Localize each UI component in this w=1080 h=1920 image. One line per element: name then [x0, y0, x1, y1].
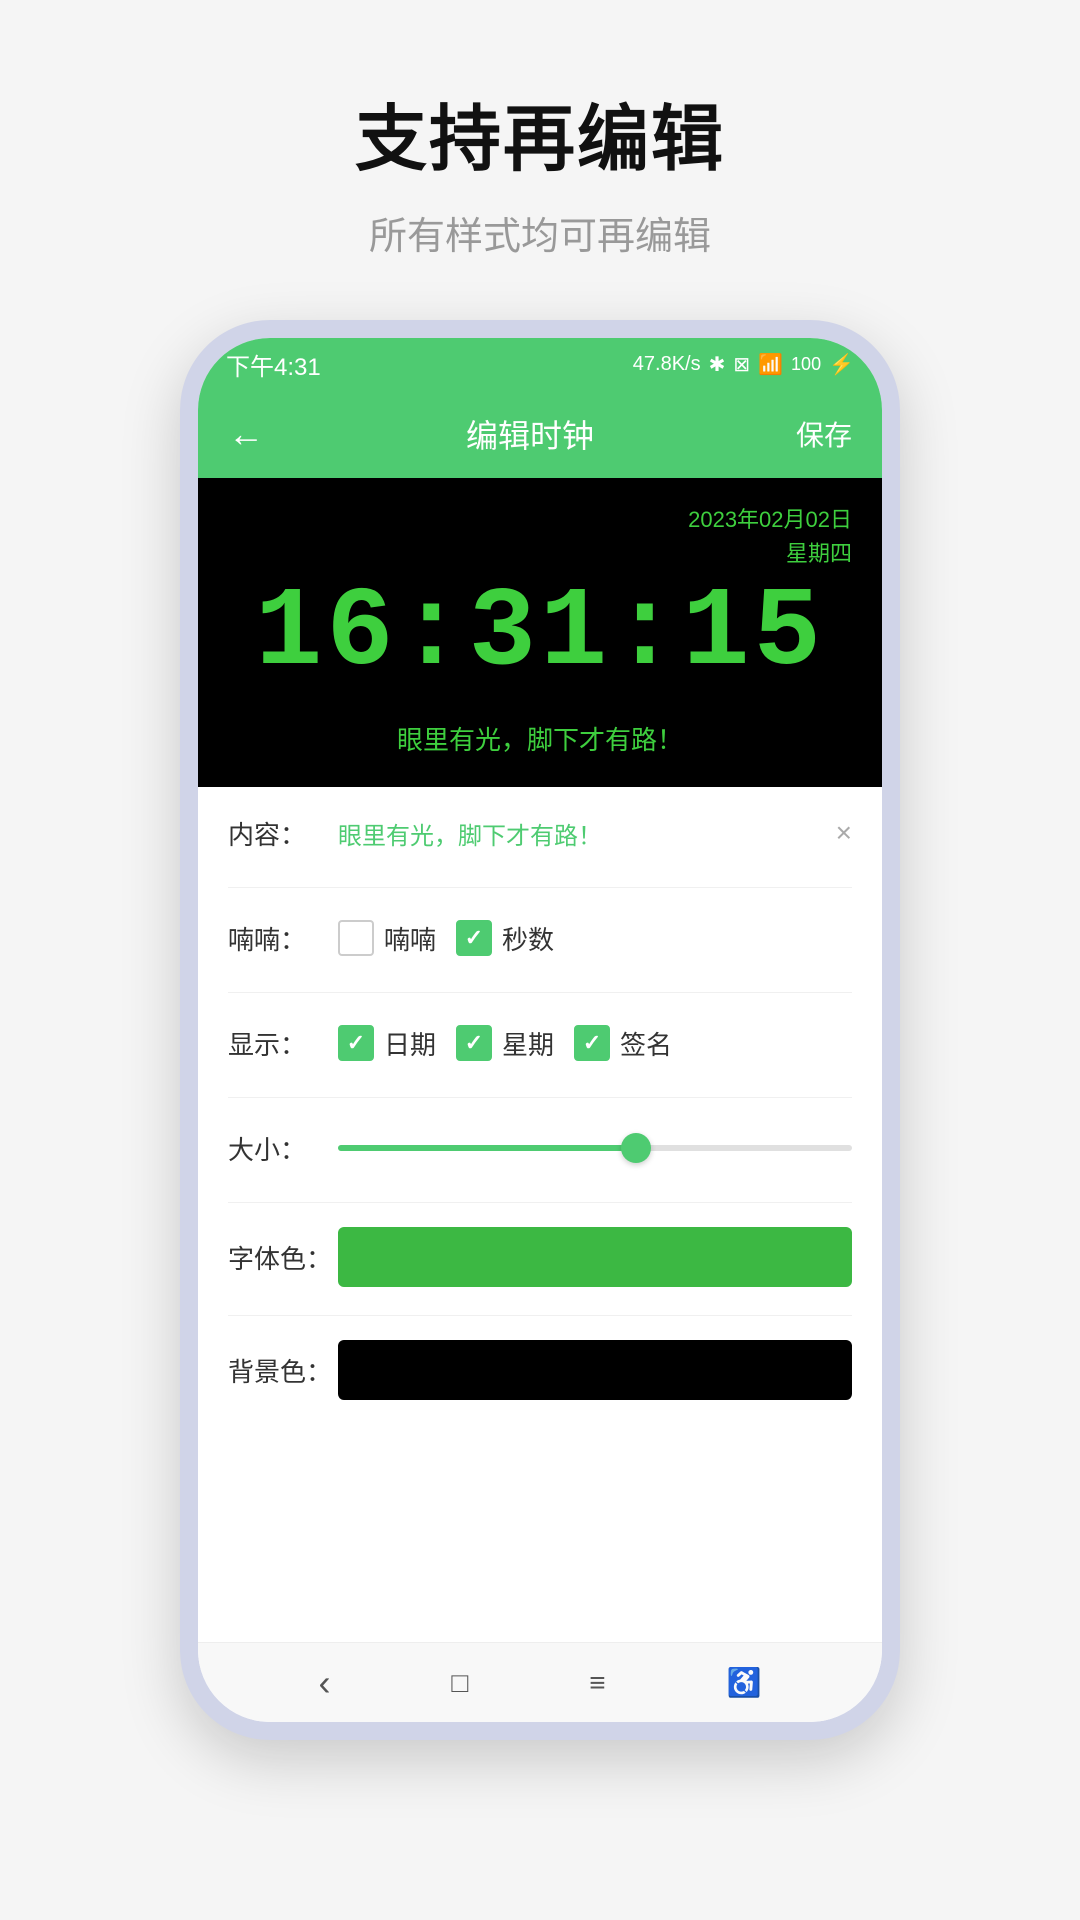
seconds-checkbox-item[interactable]: 秒数	[456, 920, 554, 957]
nav-menu-icon[interactable]: ≡	[589, 1667, 605, 1699]
page-title: 支持再编辑	[355, 80, 725, 185]
nav-back-icon[interactable]: ‹	[318, 1662, 330, 1704]
status-bar: 下午4:31 47.8K/s ✱ ⊠ 📶 100 ⚡	[198, 338, 882, 390]
date-checkbox[interactable]	[338, 1025, 374, 1061]
size-label: 大小：	[228, 1130, 338, 1167]
font-color-content	[338, 1227, 852, 1287]
bg-color-content	[338, 1340, 852, 1400]
charge-icon: ⚡	[829, 352, 854, 377]
font-color-swatch[interactable]	[338, 1227, 852, 1287]
divider-4	[228, 1202, 852, 1203]
divider-5	[228, 1315, 852, 1316]
size-slider-thumb[interactable]	[621, 1133, 651, 1163]
nini-checkbox-label: 喃喃	[384, 920, 436, 957]
signal-icon: ⊠	[733, 352, 750, 377]
nini-label: 喃喃：	[228, 920, 338, 957]
divider-1	[228, 887, 852, 888]
clock-time: 16:31:15	[228, 578, 852, 690]
date-checkbox-label: 日期	[384, 1025, 436, 1062]
bg-color-swatch[interactable]	[338, 1340, 852, 1400]
seconds-checkbox[interactable]	[456, 920, 492, 956]
display-label: 显示：	[228, 1025, 338, 1062]
nav-home-icon[interactable]: □	[451, 1667, 468, 1699]
date-checkbox-item[interactable]: 日期	[338, 1025, 436, 1062]
display-row: 显示： 日期 星期 签名	[228, 1017, 852, 1069]
size-row: 大小：	[228, 1122, 852, 1174]
seconds-checkbox-label: 秒数	[502, 920, 554, 957]
clock-slogan: 眼里有光，脚下才有路！	[228, 710, 852, 757]
nini-content: 喃喃 秒数	[338, 920, 852, 957]
nav-accessibility-icon[interactable]: ♿	[727, 1666, 762, 1699]
size-slider-track[interactable]	[338, 1145, 852, 1151]
back-button[interactable]: ←	[228, 413, 264, 455]
clock-date: 2023年02月02日	[228, 502, 852, 534]
weekday-checkbox[interactable]	[456, 1025, 492, 1061]
header-title: 编辑时钟	[466, 411, 594, 457]
wifi-icon: 📶	[758, 352, 783, 377]
font-color-row: 字体色：	[228, 1227, 852, 1287]
bg-color-row: 背景色：	[228, 1340, 852, 1400]
network-speed: 47.8K/s	[633, 353, 701, 376]
nini-checkbox-item[interactable]: 喃喃	[338, 920, 436, 957]
size-content	[338, 1145, 852, 1151]
page-subtitle: 所有样式均可再编辑	[369, 205, 711, 260]
sign-checkbox[interactable]	[574, 1025, 610, 1061]
sign-checkbox-item[interactable]: 签名	[574, 1025, 672, 1062]
bluetooth-icon: ✱	[709, 352, 726, 377]
settings-area: 内容： 眼里有光，脚下才有路！ × 喃喃： 喃喃 秒数	[198, 787, 882, 1642]
save-button[interactable]: 保存	[796, 414, 852, 454]
clock-weekday: 星期四	[228, 536, 852, 568]
content-row: 内容： 眼里有光，脚下才有路！ ×	[228, 807, 852, 859]
divider-3	[228, 1097, 852, 1098]
battery-indicator: 100	[791, 354, 821, 375]
status-right: 47.8K/s ✱ ⊠ 📶 100 ⚡	[633, 352, 854, 377]
clear-button[interactable]: ×	[836, 817, 852, 849]
font-color-label: 字体色：	[228, 1239, 338, 1276]
bg-color-label: 背景色：	[228, 1352, 338, 1389]
nini-row: 喃喃： 喃喃 秒数	[228, 912, 852, 964]
size-slider-fill	[338, 1145, 636, 1151]
nini-checkbox[interactable]	[338, 920, 374, 956]
weekday-checkbox-label: 星期	[502, 1025, 554, 1062]
clock-preview: 2023年02月02日 星期四 16:31:15 眼里有光，脚下才有路！	[198, 478, 882, 787]
content-value: 眼里有光，脚下才有路！	[338, 816, 602, 851]
status-time: 下午4:31	[226, 347, 321, 382]
bottom-nav: ‹ □ ≡ ♿	[198, 1642, 882, 1722]
phone-screen: 下午4:31 47.8K/s ✱ ⊠ 📶 100 ⚡ ← 编辑时钟 保存 202…	[198, 338, 882, 1722]
sign-checkbox-label: 签名	[620, 1025, 672, 1062]
app-header: ← 编辑时钟 保存	[198, 390, 882, 478]
phone-shell: 下午4:31 47.8K/s ✱ ⊠ 📶 100 ⚡ ← 编辑时钟 保存 202…	[180, 320, 900, 1740]
divider-2	[228, 992, 852, 993]
content-input-wrapper[interactable]: 眼里有光，脚下才有路！ ×	[338, 816, 852, 851]
weekday-checkbox-item[interactable]: 星期	[456, 1025, 554, 1062]
display-content: 日期 星期 签名	[338, 1025, 852, 1062]
content-label: 内容：	[228, 815, 338, 852]
